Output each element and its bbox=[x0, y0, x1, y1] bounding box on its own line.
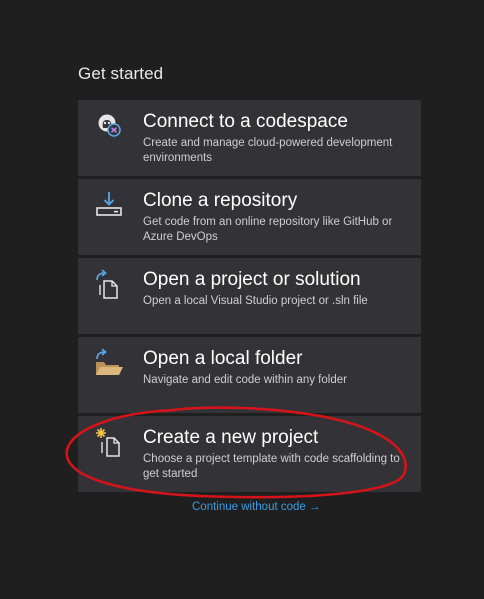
card-title: Connect to a codespace bbox=[143, 111, 348, 132]
clone-repository-button[interactable]: Clone a repository Get code from an onli… bbox=[78, 179, 421, 255]
card-title: Clone a repository bbox=[143, 190, 298, 211]
open-folder-button[interactable]: Open a local folder Navigate and edit co… bbox=[78, 337, 421, 413]
continue-link-label: Continue without code bbox=[192, 501, 306, 513]
continue-without-code-link[interactable]: Continue without code → bbox=[192, 501, 320, 513]
card-description: Open a local Visual Studio project or .s… bbox=[143, 295, 368, 307]
create-new-project-button[interactable]: Create a new project Choose a project te… bbox=[78, 416, 421, 492]
get-started-options: Connect to a codespace Create and manage… bbox=[78, 100, 421, 495]
arrow-right-icon: → bbox=[308, 501, 321, 513]
card-title: Create a new project bbox=[143, 427, 319, 448]
connect-codespace-button[interactable]: Connect to a codespace Create and manage… bbox=[78, 100, 421, 176]
page-title: Get started bbox=[78, 64, 164, 83]
card-description: Navigate and edit code within any folder bbox=[143, 374, 347, 386]
card-title: Open a local folder bbox=[143, 348, 303, 369]
card-description: Choose a project template with code scaf… bbox=[143, 453, 400, 480]
open-folder-icon bbox=[92, 347, 128, 383]
card-title: Open a project or solution bbox=[143, 269, 361, 290]
open-project-button[interactable]: Open a project or solution Open a local … bbox=[78, 258, 421, 334]
card-description: Get code from an online repository like … bbox=[143, 216, 393, 243]
new-project-icon bbox=[92, 426, 128, 462]
clone-download-icon bbox=[92, 189, 128, 225]
codespace-icon bbox=[92, 110, 128, 146]
card-description: Create and manage cloud-powered developm… bbox=[143, 137, 393, 164]
open-project-icon bbox=[92, 268, 128, 304]
